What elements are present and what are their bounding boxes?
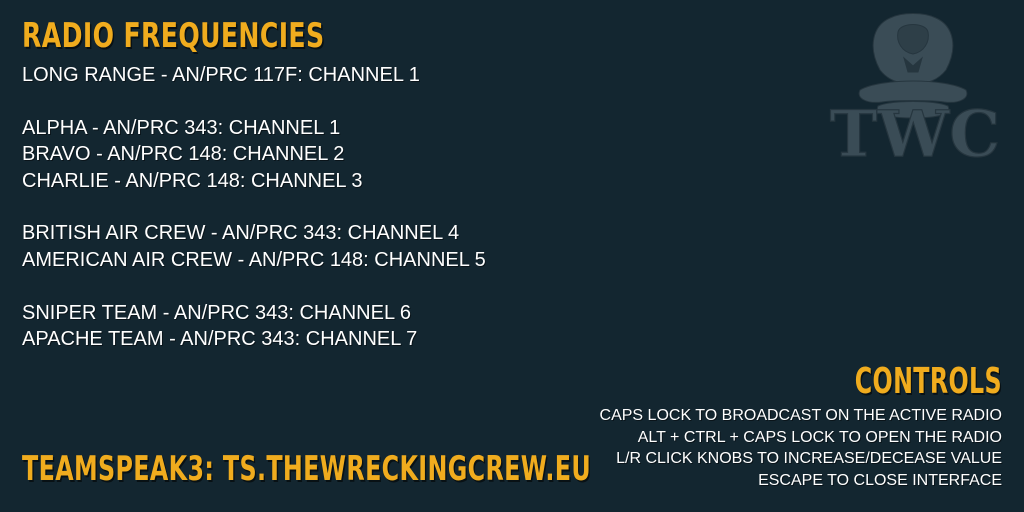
page-title: RADIO FREQUENCIES [22,16,325,56]
controls-list: CAPS LOCK TO BROADCAST ON THE ACTIVE RAD… [600,405,1002,491]
frequency-item-apache-team: APACHE TEAM - AN/PRC 343: CHANNEL 7 [22,327,418,350]
frequency-list: LONG RANGE - AN/PRC 117F: CHANNEL 1 ALPH… [22,62,486,352]
teamspeak-address: TEAMSPEAK3: TS.THEWRECKINGCREW.EU [22,449,592,489]
control-item-knobs: L/R CLICK KNOBS TO INCREASE/DECEASE VALU… [616,450,1002,467]
frequency-item-alpha: ALPHA - AN/PRC 343: CHANNEL 1 [22,116,341,139]
logo-text: TWC [830,97,1000,168]
frequency-item-bravo: BRAVO - AN/PRC 148: CHANNEL 2 [22,143,345,166]
radio-info-panel: RADIO FREQUENCIES LONG RANGE - AN/PRC 11… [0,0,1024,512]
control-item-open-radio: ALT + CTRL + CAPS LOCK TO OPEN THE RADIO [637,428,1002,446]
frequency-item-charlie: CHARLIE - AN/PRC 148: CHANNEL 3 [22,169,363,192]
frequency-item-american-air-crew: AMERICAN AIR CREW - AN/PRC 148: CHANNEL … [22,248,486,271]
frequency-item-british-air-crew: BRITISH AIR CREW - AN/PRC 343: CHANNEL 4 [22,222,460,245]
cobra-crest-icon: TWC [829,13,1001,168]
frequency-item-long-range: LONG RANGE - AN/PRC 117F: CHANNEL 1 [22,64,420,86]
control-item-broadcast: CAPS LOCK TO BROADCAST ON THE ACTIVE RAD… [599,407,1002,424]
controls-title: CONTROLS [854,361,1002,402]
control-item-close: ESCAPE TO CLOSE INTERFACE [758,471,1002,489]
frequency-item-sniper-team: SNIPER TEAM - AN/PRC 343: CHANNEL 6 [22,301,412,324]
